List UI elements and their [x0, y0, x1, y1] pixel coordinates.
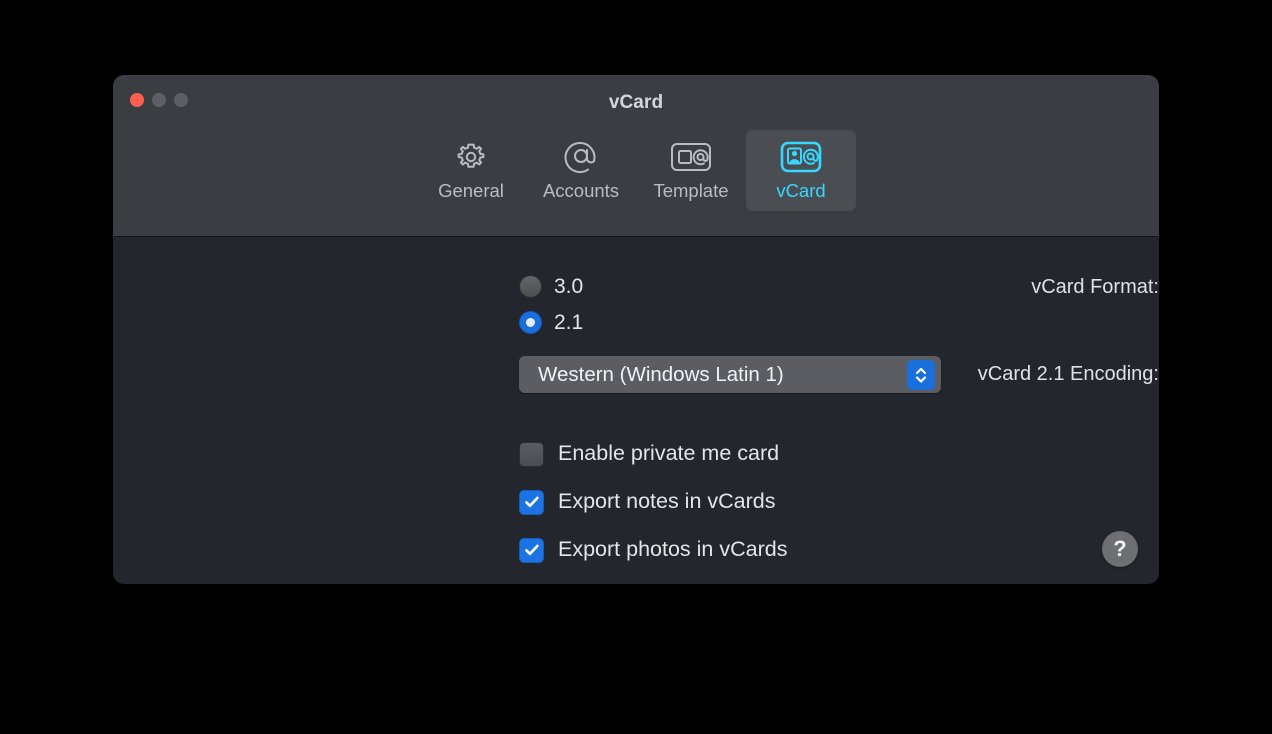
- checkbox-export-notes[interactable]: [519, 489, 544, 515]
- encoding-popup-value: Western (Windows Latin 1): [538, 362, 784, 386]
- checkbox-private-me-card-label: Enable private me card: [558, 441, 780, 466]
- vcard-options-checkbox-group: Enable private me card Export notes in v…: [519, 430, 787, 574]
- tab-general[interactable]: General: [416, 130, 526, 211]
- tab-accounts-label: Accounts: [542, 180, 620, 201]
- preferences-tab-bar: General Accounts Template vCard: [113, 130, 1159, 211]
- window-toolbar: vCard General Accounts Template vCard: [113, 75, 1159, 237]
- vcard-format-label: vCard Format:: [1031, 276, 1159, 298]
- preferences-window: vCard General Accounts Template vCard vC…: [113, 75, 1159, 584]
- at-sign-icon: [562, 138, 600, 176]
- radio-3-0-label: 3.0: [554, 274, 584, 298]
- tab-template-label: Template: [653, 180, 729, 201]
- help-button[interactable]: ?: [1102, 531, 1138, 567]
- template-icon: [668, 138, 714, 176]
- vcard-settings-panel: vCard Format: 3.0 2.1 vCard 2.1 Encoding…: [113, 237, 1159, 584]
- vcard-format-radio-group: 3.0 2.1: [519, 268, 583, 340]
- checkbox-export-photos[interactable]: [519, 537, 544, 563]
- tab-vcard[interactable]: vCard: [746, 130, 856, 211]
- checkbox-export-photos-label: Export photos in vCards: [558, 537, 788, 562]
- radio-option-2-1[interactable]: 2.1: [519, 304, 583, 340]
- checkbox-export-notes-label: Export notes in vCards: [558, 489, 776, 514]
- chevron-up-down-icon[interactable]: [907, 359, 935, 390]
- tab-template[interactable]: Template: [636, 130, 746, 211]
- radio-2-1-indicator[interactable]: [519, 310, 542, 334]
- gear-icon: [453, 138, 489, 176]
- vcard-icon: [778, 138, 824, 176]
- radio-2-1-label: 2.1: [554, 310, 584, 334]
- radio-option-3-0[interactable]: 3.0: [519, 268, 583, 304]
- checkbox-row-private-me-card[interactable]: Enable private me card: [519, 430, 787, 478]
- window-title: vCard: [608, 92, 664, 113]
- tab-vcard-label: vCard: [776, 180, 826, 201]
- encoding-popup-button[interactable]: Western (Windows Latin 1): [519, 356, 941, 393]
- tab-general-label: General: [438, 180, 504, 201]
- checkbox-private-me-card[interactable]: [519, 441, 544, 467]
- checkbox-row-export-photos[interactable]: Export photos in vCards: [519, 526, 787, 574]
- tab-accounts[interactable]: Accounts: [526, 130, 636, 211]
- radio-3-0-indicator[interactable]: [519, 274, 542, 298]
- checkbox-row-export-notes[interactable]: Export notes in vCards: [519, 478, 787, 526]
